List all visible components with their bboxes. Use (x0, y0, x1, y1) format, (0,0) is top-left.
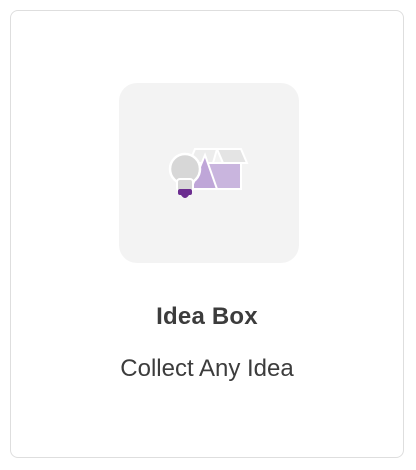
idea-box-icon (168, 148, 249, 198)
app-description: Collect Any Idea (120, 355, 294, 382)
app-title: Idea Box (156, 303, 258, 330)
app-icon-tile (119, 83, 299, 263)
app-card[interactable]: Idea Box Collect Any Idea (10, 10, 404, 458)
